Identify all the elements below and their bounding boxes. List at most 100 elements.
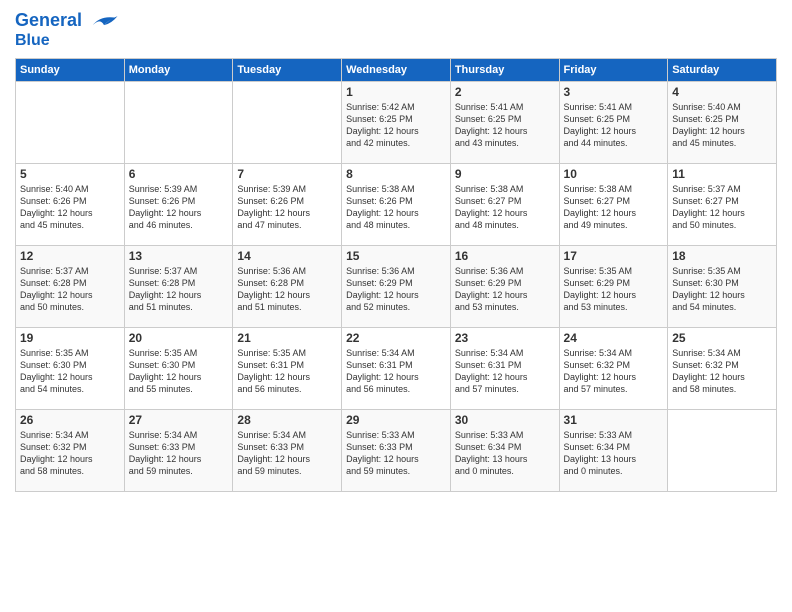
day-info: Sunrise: 5:34 AM Sunset: 6:33 PM Dayligh… bbox=[237, 429, 337, 478]
day-cell: 30 Sunrise: 5:33 AM Sunset: 6:34 PM Dayli… bbox=[450, 409, 559, 491]
day-cell bbox=[233, 81, 342, 163]
week-row-4: 19Sunrise: 5:35 AM Sunset: 6:30 PM Dayli… bbox=[16, 327, 777, 409]
day-cell: 1 Sunrise: 5:42 AM Sunset: 6:25 PM Daylig… bbox=[342, 81, 451, 163]
day-cell: 4Sunrise: 5:40 AM Sunset: 6:25 PM Daylig… bbox=[668, 81, 777, 163]
day-info: Sunrise: 5:40 AM Sunset: 6:26 PM Dayligh… bbox=[20, 183, 120, 232]
day-info: Sunrise: 5:35 AM Sunset: 6:29 PM Dayligh… bbox=[564, 265, 664, 314]
day-cell: 22Sunrise: 5:34 AM Sunset: 6:31 PM Dayli… bbox=[342, 327, 451, 409]
day-cell: 12 Sunrise: 5:37 AM Sunset: 6:28 PM Dayli… bbox=[16, 245, 125, 327]
day-cell: 13Sunrise: 5:37 AM Sunset: 6:28 PM Dayli… bbox=[124, 245, 233, 327]
day-cell: 7 Sunrise: 5:39 AM Sunset: 6:26 PM Daylig… bbox=[233, 163, 342, 245]
day-info: Sunrise: 5:42 AM Sunset: 6:25 PM Dayligh… bbox=[346, 101, 446, 150]
day-info: Sunrise: 5:40 AM Sunset: 6:25 PM Dayligh… bbox=[672, 101, 772, 150]
day-number: 6 bbox=[129, 167, 229, 181]
day-number: 20 bbox=[129, 331, 229, 345]
day-number: 26 bbox=[20, 413, 120, 427]
day-cell bbox=[668, 409, 777, 491]
calendar-header: SundayMondayTuesdayWednesdayThursdayFrid… bbox=[16, 58, 777, 81]
day-info: Sunrise: 5:37 AM Sunset: 6:28 PM Dayligh… bbox=[129, 265, 229, 314]
day-number: 9 bbox=[455, 167, 555, 181]
day-info: Sunrise: 5:35 AM Sunset: 6:30 PM Dayligh… bbox=[672, 265, 772, 314]
day-number: 1 bbox=[346, 85, 446, 99]
day-number: 28 bbox=[237, 413, 337, 427]
day-info: Sunrise: 5:38 AM Sunset: 6:27 PM Dayligh… bbox=[455, 183, 555, 232]
day-cell: 3 Sunrise: 5:41 AM Sunset: 6:25 PM Daylig… bbox=[559, 81, 668, 163]
day-header-tuesday: Tuesday bbox=[233, 58, 342, 81]
logo-text: General bbox=[15, 10, 119, 32]
day-cell: 25 Sunrise: 5:34 AM Sunset: 6:32 PM Dayli… bbox=[668, 327, 777, 409]
day-number: 25 bbox=[672, 331, 772, 345]
day-info: Sunrise: 5:41 AM Sunset: 6:25 PM Dayligh… bbox=[564, 101, 664, 150]
day-info: Sunrise: 5:35 AM Sunset: 6:31 PM Dayligh… bbox=[237, 347, 337, 396]
day-info: Sunrise: 5:34 AM Sunset: 6:31 PM Dayligh… bbox=[346, 347, 446, 396]
day-number: 27 bbox=[129, 413, 229, 427]
day-number: 16 bbox=[455, 249, 555, 263]
days-row: SundayMondayTuesdayWednesdayThursdayFrid… bbox=[16, 58, 777, 81]
day-cell bbox=[124, 81, 233, 163]
day-info: Sunrise: 5:39 AM Sunset: 6:26 PM Dayligh… bbox=[129, 183, 229, 232]
day-info: Sunrise: 5:39 AM Sunset: 6:26 PM Dayligh… bbox=[237, 183, 337, 232]
day-info: Sunrise: 5:34 AM Sunset: 6:31 PM Dayligh… bbox=[455, 347, 555, 396]
week-row-2: 5Sunrise: 5:40 AM Sunset: 6:26 PM Daylig… bbox=[16, 163, 777, 245]
day-info: Sunrise: 5:34 AM Sunset: 6:32 PM Dayligh… bbox=[20, 429, 120, 478]
day-cell bbox=[16, 81, 125, 163]
day-number: 30 bbox=[455, 413, 555, 427]
week-row-1: 1 Sunrise: 5:42 AM Sunset: 6:25 PM Daylig… bbox=[16, 81, 777, 163]
day-number: 15 bbox=[346, 249, 446, 263]
day-cell: 27 Sunrise: 5:34 AM Sunset: 6:33 PM Dayli… bbox=[124, 409, 233, 491]
day-cell: 11Sunrise: 5:37 AM Sunset: 6:27 PM Dayli… bbox=[668, 163, 777, 245]
day-cell: 20 Sunrise: 5:35 AM Sunset: 6:30 PM Dayli… bbox=[124, 327, 233, 409]
day-number: 18 bbox=[672, 249, 772, 263]
day-info: Sunrise: 5:34 AM Sunset: 6:32 PM Dayligh… bbox=[564, 347, 664, 396]
day-info: Sunrise: 5:38 AM Sunset: 6:27 PM Dayligh… bbox=[564, 183, 664, 232]
day-number: 3 bbox=[564, 85, 664, 99]
day-info: Sunrise: 5:35 AM Sunset: 6:30 PM Dayligh… bbox=[129, 347, 229, 396]
day-cell: 2 Sunrise: 5:41 AM Sunset: 6:25 PM Daylig… bbox=[450, 81, 559, 163]
logo: General Blue bbox=[15, 10, 119, 50]
logo-general: General bbox=[15, 10, 82, 30]
day-header-wednesday: Wednesday bbox=[342, 58, 451, 81]
week-row-5: 26 Sunrise: 5:34 AM Sunset: 6:32 PM Dayli… bbox=[16, 409, 777, 491]
day-cell: 8 Sunrise: 5:38 AM Sunset: 6:26 PM Daylig… bbox=[342, 163, 451, 245]
logo-blue: Blue bbox=[15, 32, 119, 50]
day-number: 21 bbox=[237, 331, 337, 345]
day-cell: 14Sunrise: 5:36 AM Sunset: 6:28 PM Dayli… bbox=[233, 245, 342, 327]
day-cell: 16Sunrise: 5:36 AM Sunset: 6:29 PM Dayli… bbox=[450, 245, 559, 327]
day-cell: 19Sunrise: 5:35 AM Sunset: 6:30 PM Dayli… bbox=[16, 327, 125, 409]
day-info: Sunrise: 5:34 AM Sunset: 6:32 PM Dayligh… bbox=[672, 347, 772, 396]
day-cell: 9 Sunrise: 5:38 AM Sunset: 6:27 PM Daylig… bbox=[450, 163, 559, 245]
day-info: Sunrise: 5:35 AM Sunset: 6:30 PM Dayligh… bbox=[20, 347, 120, 396]
day-cell: 23 Sunrise: 5:34 AM Sunset: 6:31 PM Dayli… bbox=[450, 327, 559, 409]
day-info: Sunrise: 5:37 AM Sunset: 6:28 PM Dayligh… bbox=[20, 265, 120, 314]
day-header-saturday: Saturday bbox=[668, 58, 777, 81]
day-number: 12 bbox=[20, 249, 120, 263]
day-cell: 26 Sunrise: 5:34 AM Sunset: 6:32 PM Dayli… bbox=[16, 409, 125, 491]
day-cell: 24Sunrise: 5:34 AM Sunset: 6:32 PM Dayli… bbox=[559, 327, 668, 409]
calendar: SundayMondayTuesdayWednesdayThursdayFrid… bbox=[15, 58, 777, 492]
calendar-body: 1 Sunrise: 5:42 AM Sunset: 6:25 PM Daylig… bbox=[16, 81, 777, 491]
logo-bird-icon bbox=[89, 10, 119, 32]
day-number: 23 bbox=[455, 331, 555, 345]
day-info: Sunrise: 5:34 AM Sunset: 6:33 PM Dayligh… bbox=[129, 429, 229, 478]
day-number: 7 bbox=[237, 167, 337, 181]
day-cell: 15 Sunrise: 5:36 AM Sunset: 6:29 PM Dayli… bbox=[342, 245, 451, 327]
day-cell: 10Sunrise: 5:38 AM Sunset: 6:27 PM Dayli… bbox=[559, 163, 668, 245]
day-number: 11 bbox=[672, 167, 772, 181]
day-header-thursday: Thursday bbox=[450, 58, 559, 81]
header: General Blue bbox=[15, 10, 777, 50]
day-info: Sunrise: 5:38 AM Sunset: 6:26 PM Dayligh… bbox=[346, 183, 446, 232]
day-cell: 31Sunrise: 5:33 AM Sunset: 6:34 PM Dayli… bbox=[559, 409, 668, 491]
day-info: Sunrise: 5:33 AM Sunset: 6:34 PM Dayligh… bbox=[455, 429, 555, 478]
day-cell: 28 Sunrise: 5:34 AM Sunset: 6:33 PM Dayli… bbox=[233, 409, 342, 491]
day-info: Sunrise: 5:36 AM Sunset: 6:29 PM Dayligh… bbox=[346, 265, 446, 314]
day-info: Sunrise: 5:41 AM Sunset: 6:25 PM Dayligh… bbox=[455, 101, 555, 150]
day-info: Sunrise: 5:33 AM Sunset: 6:34 PM Dayligh… bbox=[564, 429, 664, 478]
day-number: 8 bbox=[346, 167, 446, 181]
day-info: Sunrise: 5:36 AM Sunset: 6:28 PM Dayligh… bbox=[237, 265, 337, 314]
day-header-sunday: Sunday bbox=[16, 58, 125, 81]
day-number: 2 bbox=[455, 85, 555, 99]
day-cell: 5Sunrise: 5:40 AM Sunset: 6:26 PM Daylig… bbox=[16, 163, 125, 245]
page: General Blue SundayMondayTuesdayWednesda… bbox=[0, 0, 792, 502]
day-cell: 21 Sunrise: 5:35 AM Sunset: 6:31 PM Dayli… bbox=[233, 327, 342, 409]
day-cell: 18 Sunrise: 5:35 AM Sunset: 6:30 PM Dayli… bbox=[668, 245, 777, 327]
